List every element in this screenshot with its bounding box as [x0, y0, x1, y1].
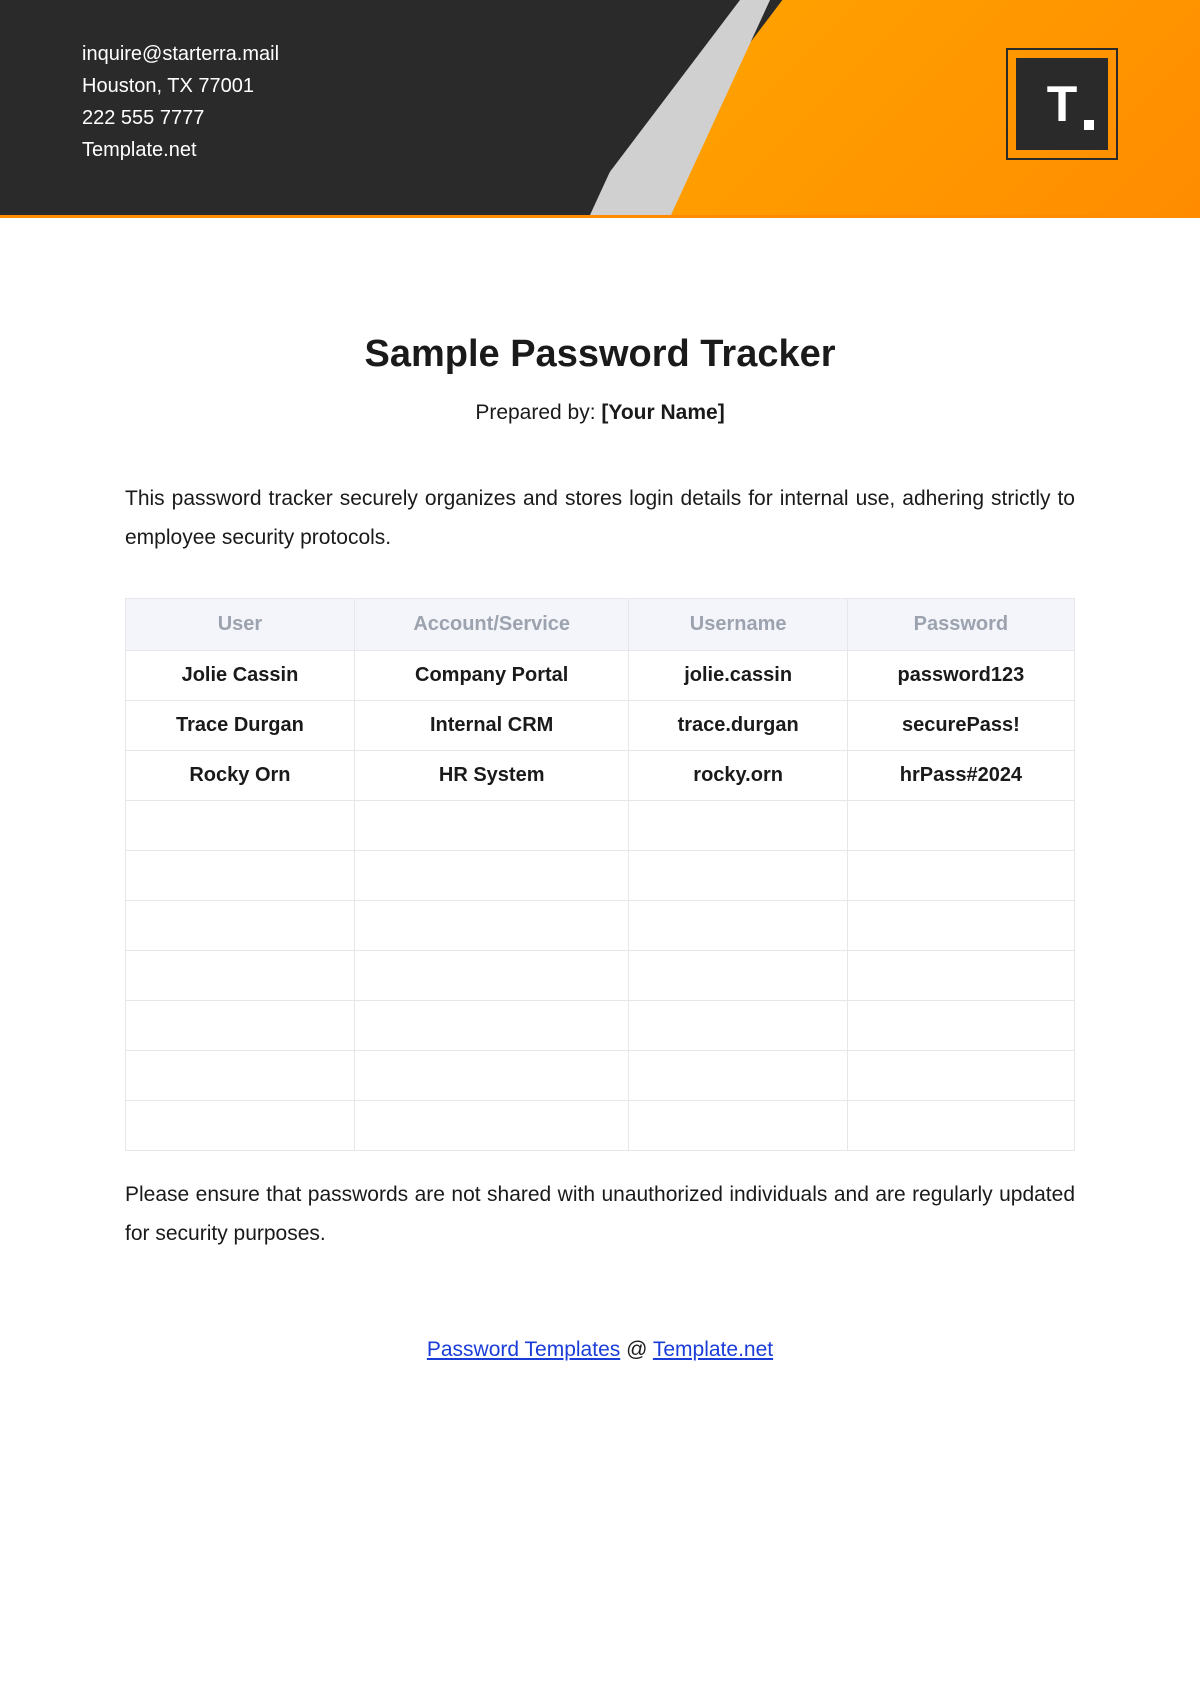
- table-row-empty: [126, 900, 1075, 950]
- table-cell-empty: [847, 1050, 1074, 1100]
- table-cell: HR System: [354, 750, 629, 800]
- content-area: Sample Password Tracker Prepared by: [Yo…: [0, 218, 1200, 1362]
- table-cell-empty: [629, 800, 847, 850]
- contact-email: inquire@starterra.mail: [82, 38, 279, 70]
- table-cell-empty: [847, 1100, 1074, 1150]
- link-template-net[interactable]: Template.net: [653, 1338, 773, 1361]
- prepared-by-label: Prepared by:: [475, 401, 601, 424]
- table-cell-empty: [354, 850, 629, 900]
- table-cell: Rocky Orn: [126, 750, 355, 800]
- table-cell-empty: [126, 1000, 355, 1050]
- footer-separator: @: [620, 1338, 653, 1361]
- table-cell: hrPass#2024: [847, 750, 1074, 800]
- contact-info: inquire@starterra.mail Houston, TX 77001…: [82, 38, 279, 166]
- table-cell-empty: [847, 950, 1074, 1000]
- table-cell-empty: [629, 1100, 847, 1150]
- table-cell: Internal CRM: [354, 700, 629, 750]
- table-cell: password123: [847, 650, 1074, 700]
- header-account: Account/Service: [354, 598, 629, 650]
- contact-address: Houston, TX 77001: [82, 70, 279, 102]
- table-cell-empty: [629, 1050, 847, 1100]
- table-row-empty: [126, 1050, 1075, 1100]
- header-username: Username: [629, 598, 847, 650]
- table-row-empty: [126, 800, 1075, 850]
- table-row: Trace DurganInternal CRMtrace.durgansecu…: [126, 700, 1075, 750]
- header-banner: inquire@starterra.mail Houston, TX 77001…: [0, 0, 1200, 215]
- password-table: User Account/Service Username Password J…: [125, 598, 1075, 1151]
- table-cell: securePass!: [847, 700, 1074, 750]
- table-cell-empty: [126, 850, 355, 900]
- table-cell-empty: [629, 950, 847, 1000]
- table-cell: Company Portal: [354, 650, 629, 700]
- table-cell-empty: [354, 1100, 629, 1150]
- table-row-empty: [126, 1000, 1075, 1050]
- header-user: User: [126, 598, 355, 650]
- table-cell-empty: [354, 1050, 629, 1100]
- table-cell-empty: [629, 850, 847, 900]
- table-cell: jolie.cassin: [629, 650, 847, 700]
- logo-dot: [1084, 120, 1094, 130]
- table-header-row: User Account/Service Username Password: [126, 598, 1075, 650]
- table-cell-empty: [126, 900, 355, 950]
- table-row-empty: [126, 1100, 1075, 1150]
- table-cell-empty: [354, 800, 629, 850]
- table-cell-empty: [847, 1000, 1074, 1050]
- logo-box: T: [1006, 48, 1118, 160]
- table-cell: rocky.orn: [629, 750, 847, 800]
- table-cell: Jolie Cassin: [126, 650, 355, 700]
- contact-website: Template.net: [82, 134, 279, 166]
- table-cell-empty: [126, 800, 355, 850]
- table-cell-empty: [847, 900, 1074, 950]
- footer-links: Password Templates @ Template.net: [125, 1338, 1075, 1362]
- page-title: Sample Password Tracker: [125, 333, 1075, 376]
- table-cell: Trace Durgan: [126, 700, 355, 750]
- table-cell-empty: [354, 950, 629, 1000]
- prepared-by: Prepared by: [Your Name]: [125, 401, 1075, 425]
- table-row: Rocky OrnHR Systemrocky.ornhrPass#2024: [126, 750, 1075, 800]
- table-cell-empty: [126, 1050, 355, 1100]
- header-password: Password: [847, 598, 1074, 650]
- table-cell-empty: [126, 1100, 355, 1150]
- table-row-empty: [126, 850, 1075, 900]
- table-cell-empty: [354, 1000, 629, 1050]
- prepared-by-value: [Your Name]: [601, 401, 724, 424]
- description-text: This password tracker securely organizes…: [125, 480, 1075, 558]
- table-cell-empty: [847, 800, 1074, 850]
- table-cell-empty: [354, 900, 629, 950]
- logo-icon: T: [1016, 58, 1108, 150]
- footer-note: Please ensure that passwords are not sha…: [125, 1176, 1075, 1254]
- table-cell-empty: [629, 900, 847, 950]
- table-row: Jolie CassinCompany Portaljolie.cassinpa…: [126, 650, 1075, 700]
- table-cell-empty: [629, 1000, 847, 1050]
- link-password-templates[interactable]: Password Templates: [427, 1338, 620, 1361]
- table-cell: trace.durgan: [629, 700, 847, 750]
- contact-phone: 222 555 7777: [82, 102, 279, 134]
- table-cell-empty: [847, 850, 1074, 900]
- table-row-empty: [126, 950, 1075, 1000]
- table-cell-empty: [126, 950, 355, 1000]
